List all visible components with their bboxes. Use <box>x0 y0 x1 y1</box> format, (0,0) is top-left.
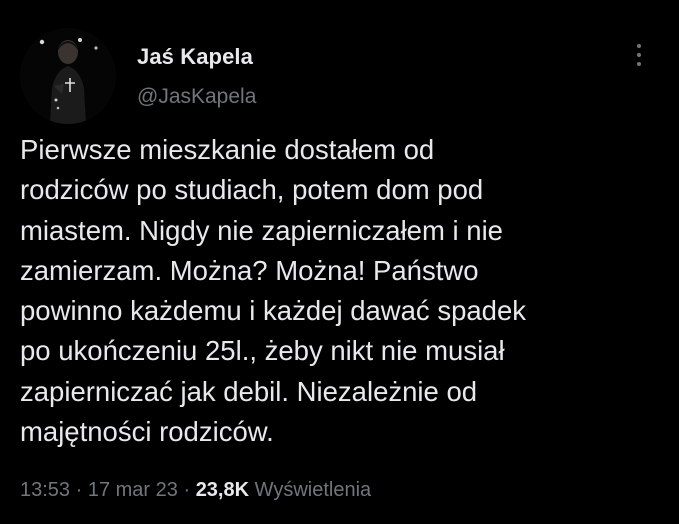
more-dot <box>637 53 641 57</box>
more-dot <box>637 44 641 48</box>
more-options-icon[interactable] <box>628 38 650 72</box>
author-name[interactable]: Jaś Kapela <box>137 44 253 70</box>
tweet-text-line: Pierwsze mieszkanie dostałem od <box>20 134 435 165</box>
tweet-metadata: 13:53 · 17 mar 23 · 23,8K Wyświetlenia <box>20 479 371 502</box>
tweet-text-line: miastem. Nigdy nie zapierniczałem i nie <box>20 214 503 246</box>
author-handle[interactable]: @JasKapela <box>137 85 256 109</box>
tweet-text-line: zamierzam. Można? Można! Państwo <box>20 254 479 286</box>
tweet-text-line: zapierniczać jak debil. Niezależnie od <box>20 375 478 407</box>
views-label: Wyświetlenia <box>254 479 372 501</box>
author-avatar[interactable] <box>20 28 116 124</box>
tweet-text: Pierwsze mieszkanie dostałem od rodziców… <box>20 130 660 452</box>
tweet-card: Jaś Kapela @JasKapela Pierwsze mieszkani… <box>0 0 679 524</box>
tweet-text-line: majętności rodziców. <box>20 416 274 448</box>
tweet-text-line: rodziców po studiach, potem dom pod <box>20 174 484 206</box>
meta-separator: · <box>183 479 196 501</box>
more-dot <box>637 62 641 66</box>
meta-separator: · <box>75 479 88 501</box>
views-count: 23,8K <box>195 479 250 501</box>
tweet-text-line: powinno każdemu i każdej dawać spadek <box>20 295 526 327</box>
tweet-time[interactable]: 13:53 <box>20 479 70 501</box>
tweet-date[interactable]: 17 mar 23 <box>88 479 178 501</box>
tweet-text-line: po ukończeniu 25l., żeby nikt nie musiał <box>20 335 505 367</box>
profile-photo-icon <box>20 28 116 124</box>
